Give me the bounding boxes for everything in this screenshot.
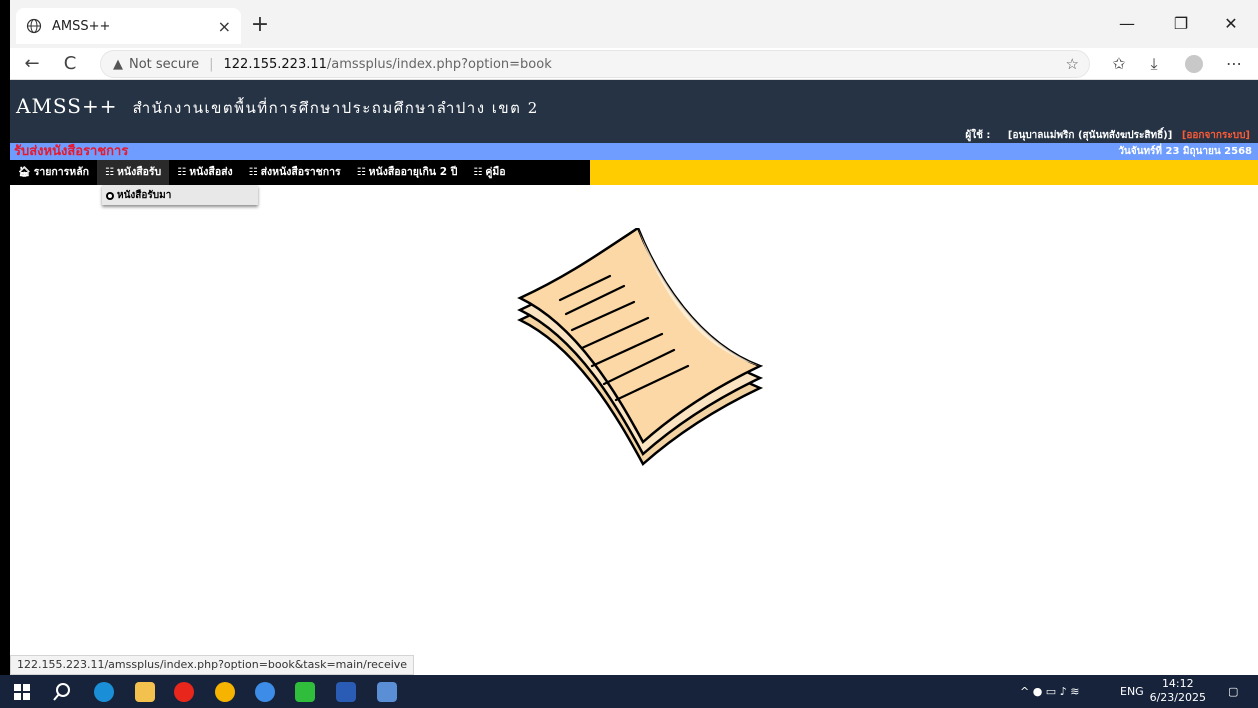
grid-icon: ☷ [105, 167, 114, 178]
url-host: 122.155.223.11 [223, 56, 327, 72]
documents-illustration [517, 228, 763, 466]
menu-item-send-official[interactable]: ☷ ส่งหนังสือราชการ [241, 160, 349, 185]
menu-item-old-docs[interactable]: ☷ หนังสืออายุเกิน 2 ปี [349, 160, 466, 185]
menu-items: 🏠︎ รายการหลัก ☷ หนังสือรับ ☷ หนังสือส่ง … [10, 160, 590, 185]
favorite-star-icon[interactable]: ☆ [1066, 55, 1079, 73]
address-bar: ← C ▲ Not secure | 122.155.223.11/amsspl… [10, 48, 1258, 80]
home-icon: 🏠︎ [18, 167, 31, 178]
new-tab-button[interactable]: + [246, 12, 274, 40]
office-name: สำนักงานเขตพื้นที่การศึกษาประถมศึกษาลำปา… [132, 99, 539, 117]
opera-icon[interactable] [174, 682, 194, 702]
current-date: วันจันทร์ที่ 23 มิถุนายน 2568 [1118, 146, 1252, 157]
menu-item-label: ส่งหนังสือราชการ [260, 166, 341, 178]
grid-icon: ☷ [473, 167, 483, 178]
logout-link[interactable]: [ออกจากระบบ] [1182, 130, 1250, 141]
more-menu-icon[interactable]: ⋯ [1220, 50, 1248, 78]
language-indicator[interactable]: ENG [1120, 675, 1144, 708]
security-label: Not secure [129, 56, 200, 72]
browser-window: AMSS++ × + — ❐ ✕ ← C ▲ Not secure | 122.… [10, 0, 1258, 675]
warning-icon: ▲ [113, 56, 123, 72]
clock-time: 14:12 [1161, 677, 1194, 690]
browser-tab[interactable]: AMSS++ × [16, 8, 241, 44]
taskbar: ^ ● ▭ ♪ ≋ ENG 14:12 6/23/2025 ▢ [0, 675, 1258, 708]
notification-icon[interactable]: ▢ [1228, 675, 1238, 708]
menu-bar: 🏠︎ รายการหลัก ☷ หนังสือรับ ☷ หนังสือส่ง … [10, 160, 1258, 185]
clock[interactable]: 14:12 6/23/2025 [1150, 677, 1206, 705]
user-info: ผู้ใช้ : [อนุบาลแม่พริก (สุนันทสังฆประสิ… [965, 128, 1250, 143]
word-icon[interactable] [336, 682, 356, 702]
menu-item-received[interactable]: ☷ หนังสือรับ [97, 160, 170, 185]
circle-icon [106, 191, 114, 200]
chrome-icon[interactable] [215, 682, 235, 702]
photos-icon[interactable] [377, 682, 397, 702]
dropdown-item-label: หนังสือรับมา [117, 190, 172, 201]
menu-item-label: รายการหลัก [33, 166, 89, 178]
received-dropdown: หนังสือรับมา [102, 185, 258, 205]
menu-item-main[interactable]: 🏠︎ รายการหลัก [10, 160, 97, 185]
search-icon[interactable] [52, 682, 72, 702]
grid-icon: ☷ [248, 167, 258, 178]
section-title: รับส่งหนังสือราชการ [14, 144, 129, 159]
url-field[interactable]: ▲ Not secure | 122.155.223.11/amssplus/i… [100, 50, 1090, 78]
site-title: AMSS++ สำนักงานเขตพื้นที่การศึกษาประถมศึ… [16, 94, 539, 120]
line-app-icon[interactable] [295, 682, 315, 702]
back-button[interactable]: ← [18, 50, 46, 78]
menu-item-manual[interactable]: ☷ คู่มือ [465, 160, 513, 185]
clock-date: 6/23/2025 [1149, 691, 1206, 704]
close-window-button[interactable]: ✕ [1208, 8, 1254, 40]
tab-close-icon[interactable]: × [218, 17, 231, 36]
download-icon[interactable]: ⤓ [1140, 50, 1168, 78]
menu-item-label: หนังสืออายุเกิน 2 ปี [368, 166, 458, 178]
menu-item-label: คู่มือ [485, 166, 506, 178]
user-label: ผู้ใช้ : [965, 130, 991, 141]
windows-start-icon[interactable] [12, 682, 32, 702]
menu-item-sent[interactable]: ☷ หนังสือส่ง [169, 160, 240, 185]
edge-browser-icon[interactable] [94, 682, 114, 702]
dropdown-item-received[interactable]: หนังสือรับมา [106, 188, 171, 203]
web-page: AMSS++ สำนักงานเขตพื้นที่การศึกษาประถมศึ… [10, 80, 1258, 675]
user-name: [อนุบาลแม่พริก (สุนันทสังฆประสิทธิ์)] [1007, 130, 1173, 141]
title-bar: AMSS++ × + — ❐ ✕ [10, 0, 1258, 48]
site-brand: AMSS++ [16, 94, 118, 118]
maximize-button[interactable]: ❐ [1158, 8, 1204, 40]
globe-icon [26, 18, 42, 34]
file-explorer-icon[interactable] [135, 682, 155, 702]
favorites-icon[interactable]: ✩ [1105, 50, 1133, 78]
profile-avatar[interactable] [1185, 55, 1203, 73]
chrome-alt-icon[interactable] [255, 682, 275, 702]
url-separator: | [209, 56, 214, 72]
grid-icon: ☷ [356, 167, 366, 178]
reload-button[interactable]: C [56, 50, 84, 78]
tab-title: AMSS++ [52, 18, 111, 34]
tray-icons[interactable]: ^ ● ▭ ♪ ≋ [1020, 675, 1079, 708]
menu-item-label: หนังสือรับ [116, 166, 162, 178]
url-path: /amssplus/index.php?option=book [326, 56, 552, 72]
minimize-button[interactable]: — [1104, 8, 1150, 40]
menu-item-label: หนังสือส่ง [189, 166, 233, 178]
section-bar: รับส่งหนังสือราชการ วันจันทร์ที่ 23 มิถุ… [10, 143, 1258, 160]
status-bar: 122.155.223.11/amssplus/index.php?option… [10, 655, 415, 675]
grid-icon: ☷ [177, 167, 187, 178]
site-header: AMSS++ สำนักงานเขตพื้นที่การศึกษาประถมศึ… [10, 80, 1258, 143]
